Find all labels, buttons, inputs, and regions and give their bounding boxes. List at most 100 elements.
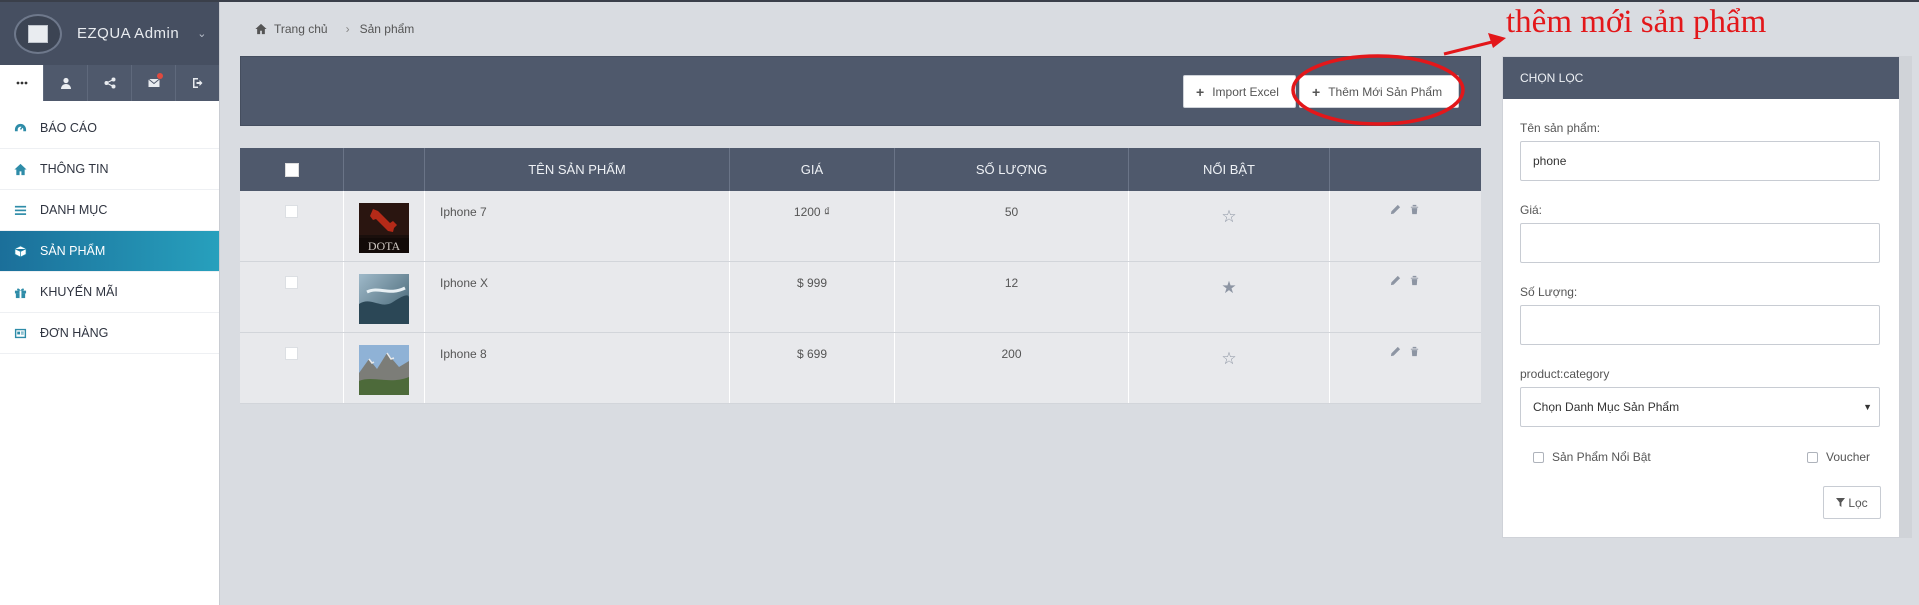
cell-name: Iphone 7	[425, 191, 730, 261]
product-thumbnail: DOTA	[359, 203, 409, 253]
product-name-input[interactable]: phone	[1520, 141, 1880, 181]
brand-name: EZQUA Admin	[77, 25, 180, 42]
product-name-label: Tên sản phẩm:	[1520, 121, 1601, 135]
plus-icon: +	[1196, 83, 1205, 100]
cell-price: 1200 ₫	[730, 191, 895, 261]
table-header: TÊN SẢN PHẨM GIÁ SỐ LƯỢNG NỔI BẬT	[240, 148, 1481, 191]
breadcrumb-separator: ›	[345, 22, 350, 36]
sidebar-item-label: SẢN PHẨM	[40, 244, 106, 258]
voucher-checkbox-label: Voucher	[1826, 450, 1871, 464]
voucher-checkbox[interactable]: Voucher	[1807, 450, 1870, 464]
sidebar-item-san-pham[interactable]: SẢN PHẨM	[0, 231, 219, 272]
more-icon	[16, 81, 27, 85]
mail-button[interactable]	[132, 65, 176, 101]
brand-logo	[14, 13, 62, 54]
page-scrollbar[interactable]	[1900, 56, 1912, 538]
cell-name: Iphone 8	[425, 333, 730, 403]
filter-button-label: Lọc	[1848, 495, 1868, 510]
row-checkbox[interactable]	[285, 276, 298, 289]
cube-icon	[14, 244, 28, 258]
brand-header[interactable]: EZQUA Admin ⌄	[0, 2, 219, 65]
product-quantity: 50	[1004, 205, 1019, 219]
cell-select	[240, 333, 344, 403]
filter-title: CHỌN LỌC	[1503, 57, 1899, 99]
add-product-label: Thêm Mới Sản Phẩm	[1328, 84, 1443, 99]
cell-quantity: 200	[895, 333, 1129, 403]
product-name[interactable]: Iphone 7	[440, 205, 487, 219]
table-row: DOTA Iphone 7 1200 ₫ 50 ☆	[240, 191, 1481, 262]
trash-icon[interactable]	[1409, 204, 1420, 215]
add-product-button[interactable]: + Thêm Mới Sản Phẩm	[1299, 75, 1459, 108]
cell-select	[240, 191, 344, 261]
edit-pencil-icon[interactable]	[1390, 204, 1401, 215]
import-excel-button[interactable]: + Import Excel	[1183, 75, 1296, 108]
category-label: product:category	[1520, 367, 1610, 381]
share-icon	[104, 77, 115, 89]
edit-pencil-icon[interactable]	[1390, 346, 1401, 357]
home-icon	[14, 162, 28, 176]
caret-down-icon: ▼	[1863, 402, 1872, 412]
row-checkbox[interactable]	[285, 347, 298, 360]
header-featured[interactable]: NỔI BẬT	[1129, 148, 1330, 191]
header-price[interactable]: GIÁ	[730, 148, 895, 191]
logout-button[interactable]	[176, 65, 219, 101]
filter-button[interactable]: Lọc	[1823, 486, 1881, 519]
cell-select	[240, 262, 344, 332]
list-icon	[14, 203, 28, 217]
annotation-text: thêm mới sản phẩm	[1506, 4, 1767, 40]
quantity-input[interactable]	[1520, 305, 1880, 345]
cell-featured: ★	[1129, 262, 1330, 332]
star-outline-icon[interactable]: ☆	[1129, 349, 1329, 369]
window-top-border	[0, 0, 1919, 2]
chevron-down-icon[interactable]: ⌄	[197, 27, 206, 40]
share-button[interactable]	[88, 65, 132, 101]
cell-actions	[1330, 191, 1481, 261]
broken-image-icon	[28, 24, 48, 43]
funnel-icon	[1836, 498, 1846, 507]
user-icon	[60, 77, 71, 89]
edit-pencil-icon[interactable]	[1390, 275, 1401, 286]
featured-checkbox-label: Sản Phẩm Nổi Bật	[1552, 450, 1651, 464]
cell-image	[344, 262, 425, 332]
price-input[interactable]	[1520, 223, 1880, 263]
product-table: TÊN SẢN PHẨM GIÁ SỐ LƯỢNG NỔI BẬT DOTA I…	[240, 148, 1481, 404]
row-checkbox[interactable]	[285, 205, 298, 218]
featured-checkbox[interactable]: Sản Phẩm Nổi Bật	[1533, 450, 1651, 464]
cell-image	[344, 333, 425, 403]
checkbox-box	[1807, 451, 1818, 463]
header-image	[344, 148, 425, 191]
sidebar-icon-bar	[0, 65, 219, 101]
star-outline-icon[interactable]: ☆	[1129, 207, 1329, 227]
category-select[interactable]: Chọn Danh Mục Sản Phẩm ▼	[1520, 387, 1880, 427]
header-actions	[1330, 148, 1481, 191]
sidebar-item-danh-muc[interactable]: DANH MỤC	[0, 190, 219, 231]
select-all-checkbox[interactable]	[284, 162, 299, 177]
breadcrumb-home-link[interactable]: Trang chủ	[274, 22, 328, 36]
breadcrumb-current: Sản phẩm	[359, 22, 415, 36]
cell-quantity: 50	[895, 191, 1129, 261]
user-button[interactable]	[44, 65, 88, 101]
product-name[interactable]: Iphone X	[440, 276, 488, 290]
more-button[interactable]	[0, 65, 44, 101]
star-filled-icon[interactable]: ★	[1129, 278, 1329, 298]
cell-actions	[1330, 333, 1481, 403]
category-selected-value: Chọn Danh Mục Sản Phẩm	[1533, 400, 1680, 414]
import-excel-label: Import Excel	[1212, 84, 1279, 99]
header-name[interactable]: TÊN SẢN PHẨM	[425, 148, 730, 191]
cell-featured: ☆	[1129, 333, 1330, 403]
logout-icon	[192, 78, 202, 88]
checkbox-box	[1533, 451, 1544, 463]
header-quantity[interactable]: SỐ LƯỢNG	[895, 148, 1129, 191]
gift-icon	[14, 285, 28, 299]
notification-badge	[156, 73, 163, 79]
cell-actions	[1330, 262, 1481, 332]
trash-icon[interactable]	[1409, 275, 1420, 286]
sidebar-item-don-hang[interactable]: ĐƠN HÀNG	[0, 313, 219, 354]
product-price: $ 699	[796, 347, 828, 361]
sidebar-item-thong-tin[interactable]: THÔNG TIN	[0, 149, 219, 190]
sidebar-item-bao-cao[interactable]: BÁO CÁO	[0, 108, 219, 149]
sidebar-item-label: THÔNG TIN	[40, 162, 109, 176]
product-name[interactable]: Iphone 8	[440, 347, 487, 361]
sidebar-item-khuyen-mai[interactable]: KHUYẾN MÃI	[0, 272, 219, 313]
trash-icon[interactable]	[1409, 346, 1420, 357]
